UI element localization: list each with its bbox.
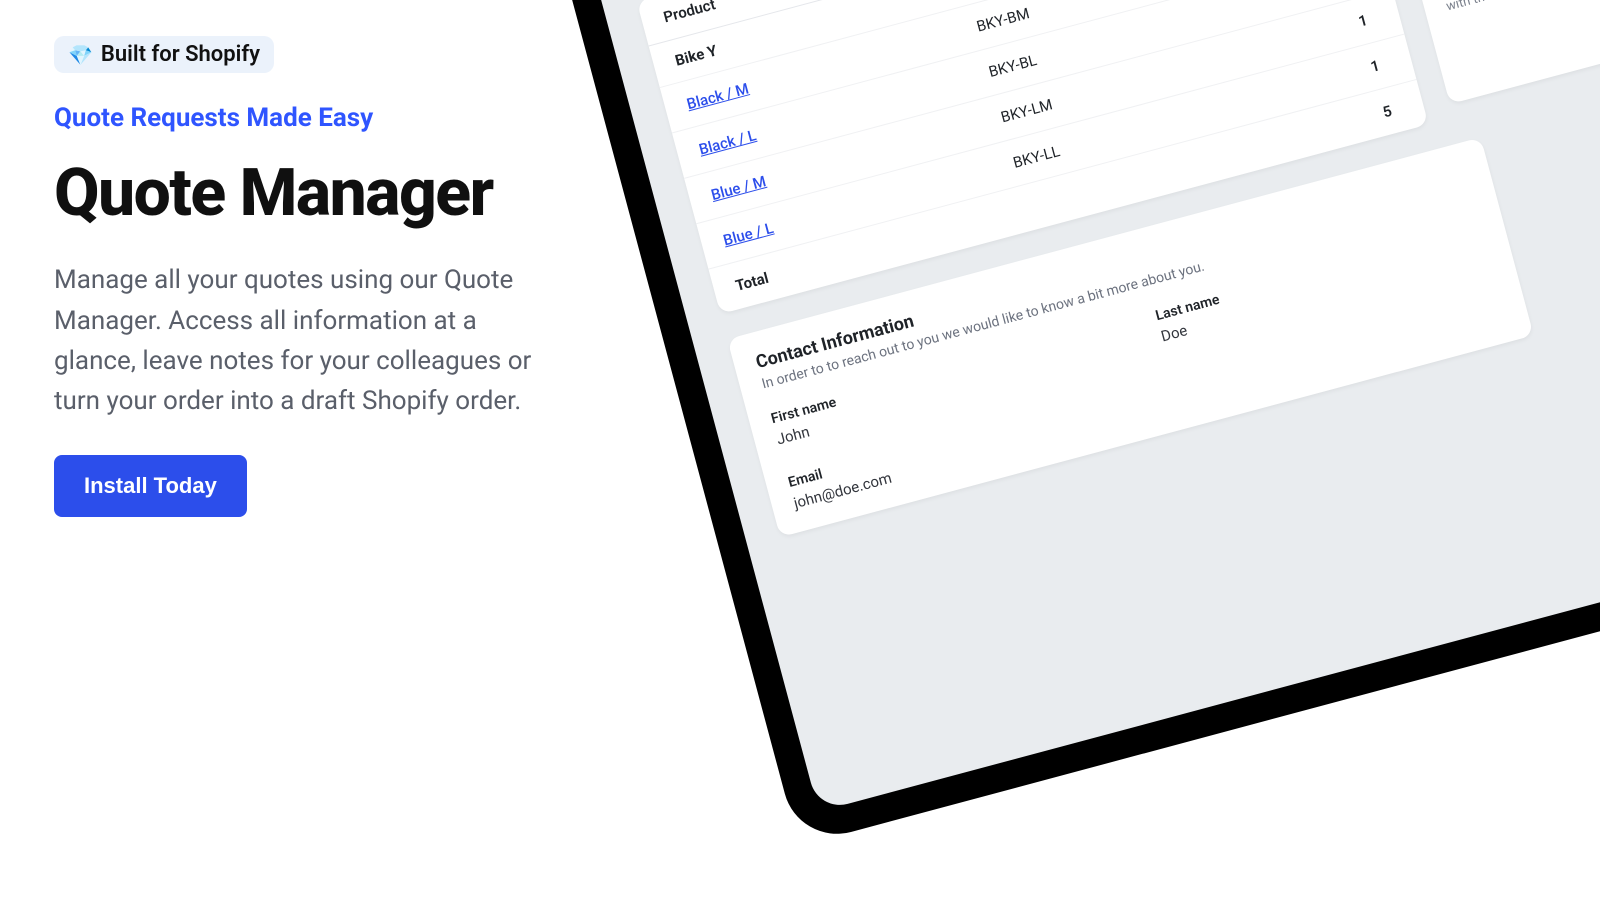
page-description: Manage all your quotes using our Quote M… — [54, 260, 564, 421]
page-title: Quote Manager — [54, 159, 614, 228]
install-button[interactable]: Install Today — [54, 455, 247, 517]
diamond-icon: 💎 — [68, 43, 93, 67]
built-for-shopify-badge: 💎 Built for Shopify — [54, 36, 274, 73]
notes-hint: This information is only available inter… — [1440, 0, 1600, 17]
eyebrow-text: Quote Requests Made Easy — [54, 103, 614, 133]
badge-text: Built for Shopify — [101, 42, 260, 67]
tablet-mockup: ← Quote #O8nO878Vbk Created at 16-01-23 … — [540, 0, 1600, 846]
